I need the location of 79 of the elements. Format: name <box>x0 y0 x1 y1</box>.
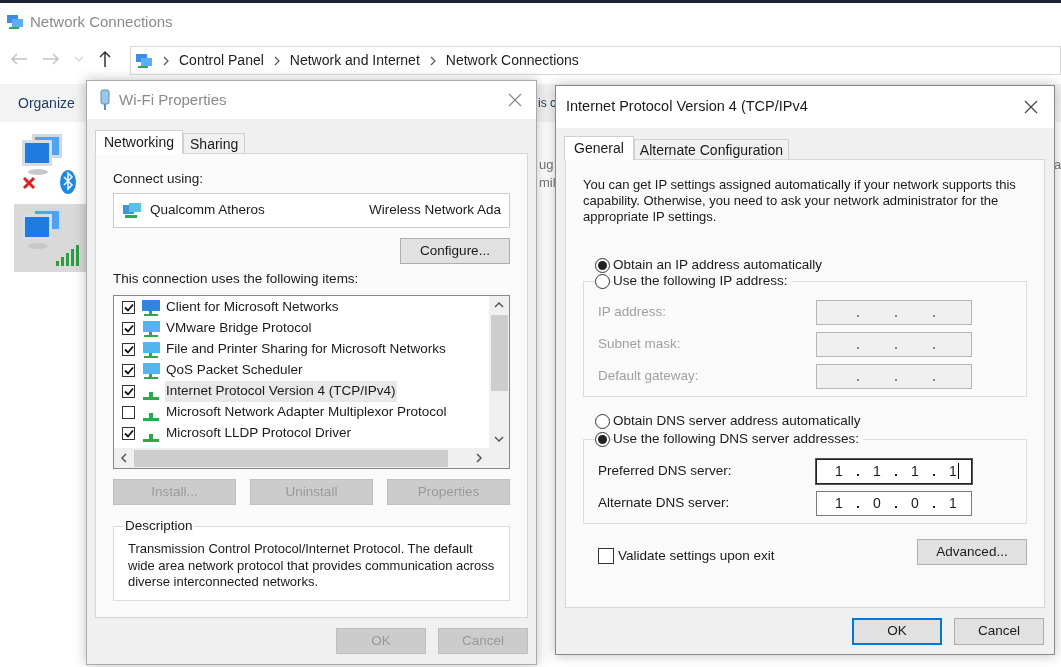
monitor-icon <box>141 340 161 359</box>
field-label: Subnet mask: <box>598 334 682 353</box>
chevron-right-icon <box>273 55 280 66</box>
list-item[interactable]: QoS Packet Scheduler <box>165 360 304 381</box>
network-icon <box>135 51 153 70</box>
dialog-title: Internet Protocol Version 4 (TCP/IPv4 <box>566 97 809 117</box>
radio-button[interactable] <box>595 257 610 273</box>
list-item[interactable]: Internet Protocol Version 4 (TCP/IPv4) <box>165 381 397 402</box>
check-icon <box>123 366 134 375</box>
check-icon <box>123 303 134 312</box>
ip-address-field[interactable]: 1 0 0 1 <box>816 490 972 516</box>
background-text: mil <box>538 174 556 192</box>
field-label: Default gateway: <box>598 366 700 385</box>
protocol-icon <box>143 433 159 442</box>
vertical-scrollbar[interactable] <box>489 296 509 448</box>
adapter-description: Wireless Network Ada <box>368 201 501 220</box>
advanced-button[interactable]: Advanced... <box>917 539 1027 565</box>
field-label: Preferred DNS server: <box>598 461 733 480</box>
address-bar[interactable]: Control Panel Network and Internet Network Connections <box>130 46 1061 75</box>
network-icon <box>6 13 24 32</box>
tab[interactable]: General <box>564 136 634 160</box>
chevron-right-icon <box>429 55 436 66</box>
checkbox[interactable] <box>122 343 135 356</box>
dialog-button[interactable]: Cancel <box>954 618 1044 645</box>
monitor-icon <box>141 361 161 380</box>
connection-item[interactable] <box>14 204 86 272</box>
check-icon <box>123 387 134 396</box>
tab[interactable]: Networking <box>95 130 184 154</box>
check-icon <box>123 324 134 333</box>
checkbox[interactable] <box>122 364 135 377</box>
tab[interactable]: Sharing <box>183 133 246 153</box>
radio-button[interactable] <box>595 273 610 289</box>
network-adapter-icon <box>122 201 142 220</box>
background-text: a <box>1054 156 1061 174</box>
field-label: Alternate DNS server: <box>598 493 731 512</box>
list-item[interactable]: Microsoft Network Adapter Multiplexor Protocol <box>165 402 448 423</box>
tab[interactable]: Alternate Configuration <box>633 139 789 159</box>
check-icon <box>123 345 134 354</box>
background-text: is c <box>538 95 556 112</box>
background-text: ug <box>538 156 555 174</box>
ip-address-field[interactable]: 1 1 1 1 <box>816 458 972 484</box>
field-label: IP address: <box>598 302 668 321</box>
checkbox[interactable] <box>122 385 135 398</box>
description-text: Transmission Control Protocol/Internet Protocol. The default wide area network protocol that provides communication across diverse interconnected networks. <box>128 541 495 591</box>
checkbox[interactable] <box>122 301 135 314</box>
up-icon[interactable] <box>98 50 112 68</box>
radio-button[interactable] <box>595 413 610 429</box>
close-icon[interactable] <box>1024 100 1038 114</box>
group-legend: Description <box>124 518 194 534</box>
label: This connection uses the following items: <box>113 270 360 288</box>
dialog-title: Wi-Fi Properties <box>119 89 228 110</box>
dialog-button[interactable]: OK <box>852 618 942 645</box>
list-item[interactable]: Client for Microsoft Networks <box>165 297 340 318</box>
monitor-icon <box>141 298 161 317</box>
breadcrumb[interactable]: Network Connections <box>445 50 579 71</box>
radio-button[interactable] <box>595 431 610 447</box>
adapter-icon <box>99 89 111 111</box>
label: Connect using: <box>113 170 205 188</box>
protocol-icon <box>143 412 159 421</box>
toolbar-button[interactable]: Organize <box>18 92 75 114</box>
intro-text: You can get IP settings assigned automatically if your network supports this capability. Otherwise, you need to ask your network administrator for the appropriate IP settings. <box>583 177 1017 225</box>
list-item[interactable]: File and Printer Sharing for Microsoft Networks <box>165 339 447 360</box>
list-item[interactable]: Microsoft LLDP Protocol Driver <box>165 423 353 444</box>
breadcrumb[interactable]: Control Panel <box>179 50 264 71</box>
check-icon <box>123 429 134 438</box>
checkbox[interactable] <box>122 406 135 419</box>
monitor-icon <box>141 319 161 338</box>
window-title: Network Connections <box>30 12 173 32</box>
checkbox-label[interactable]: Validate settings upon exit <box>618 546 775 567</box>
checkbox[interactable] <box>122 322 135 335</box>
checkbox[interactable] <box>122 427 135 440</box>
checkbox[interactable] <box>598 548 614 565</box>
breadcrumb[interactable]: Network and Internet <box>289 50 420 71</box>
horizontal-scrollbar[interactable] <box>114 448 509 468</box>
protocol-icon <box>143 391 159 400</box>
list-item[interactable]: VMware Bridge Protocol <box>165 318 313 339</box>
adapter-name: Qualcomm Atheros <box>150 201 266 220</box>
configure-button[interactable]: Configure... <box>400 238 510 264</box>
chevron-right-icon <box>163 55 169 66</box>
